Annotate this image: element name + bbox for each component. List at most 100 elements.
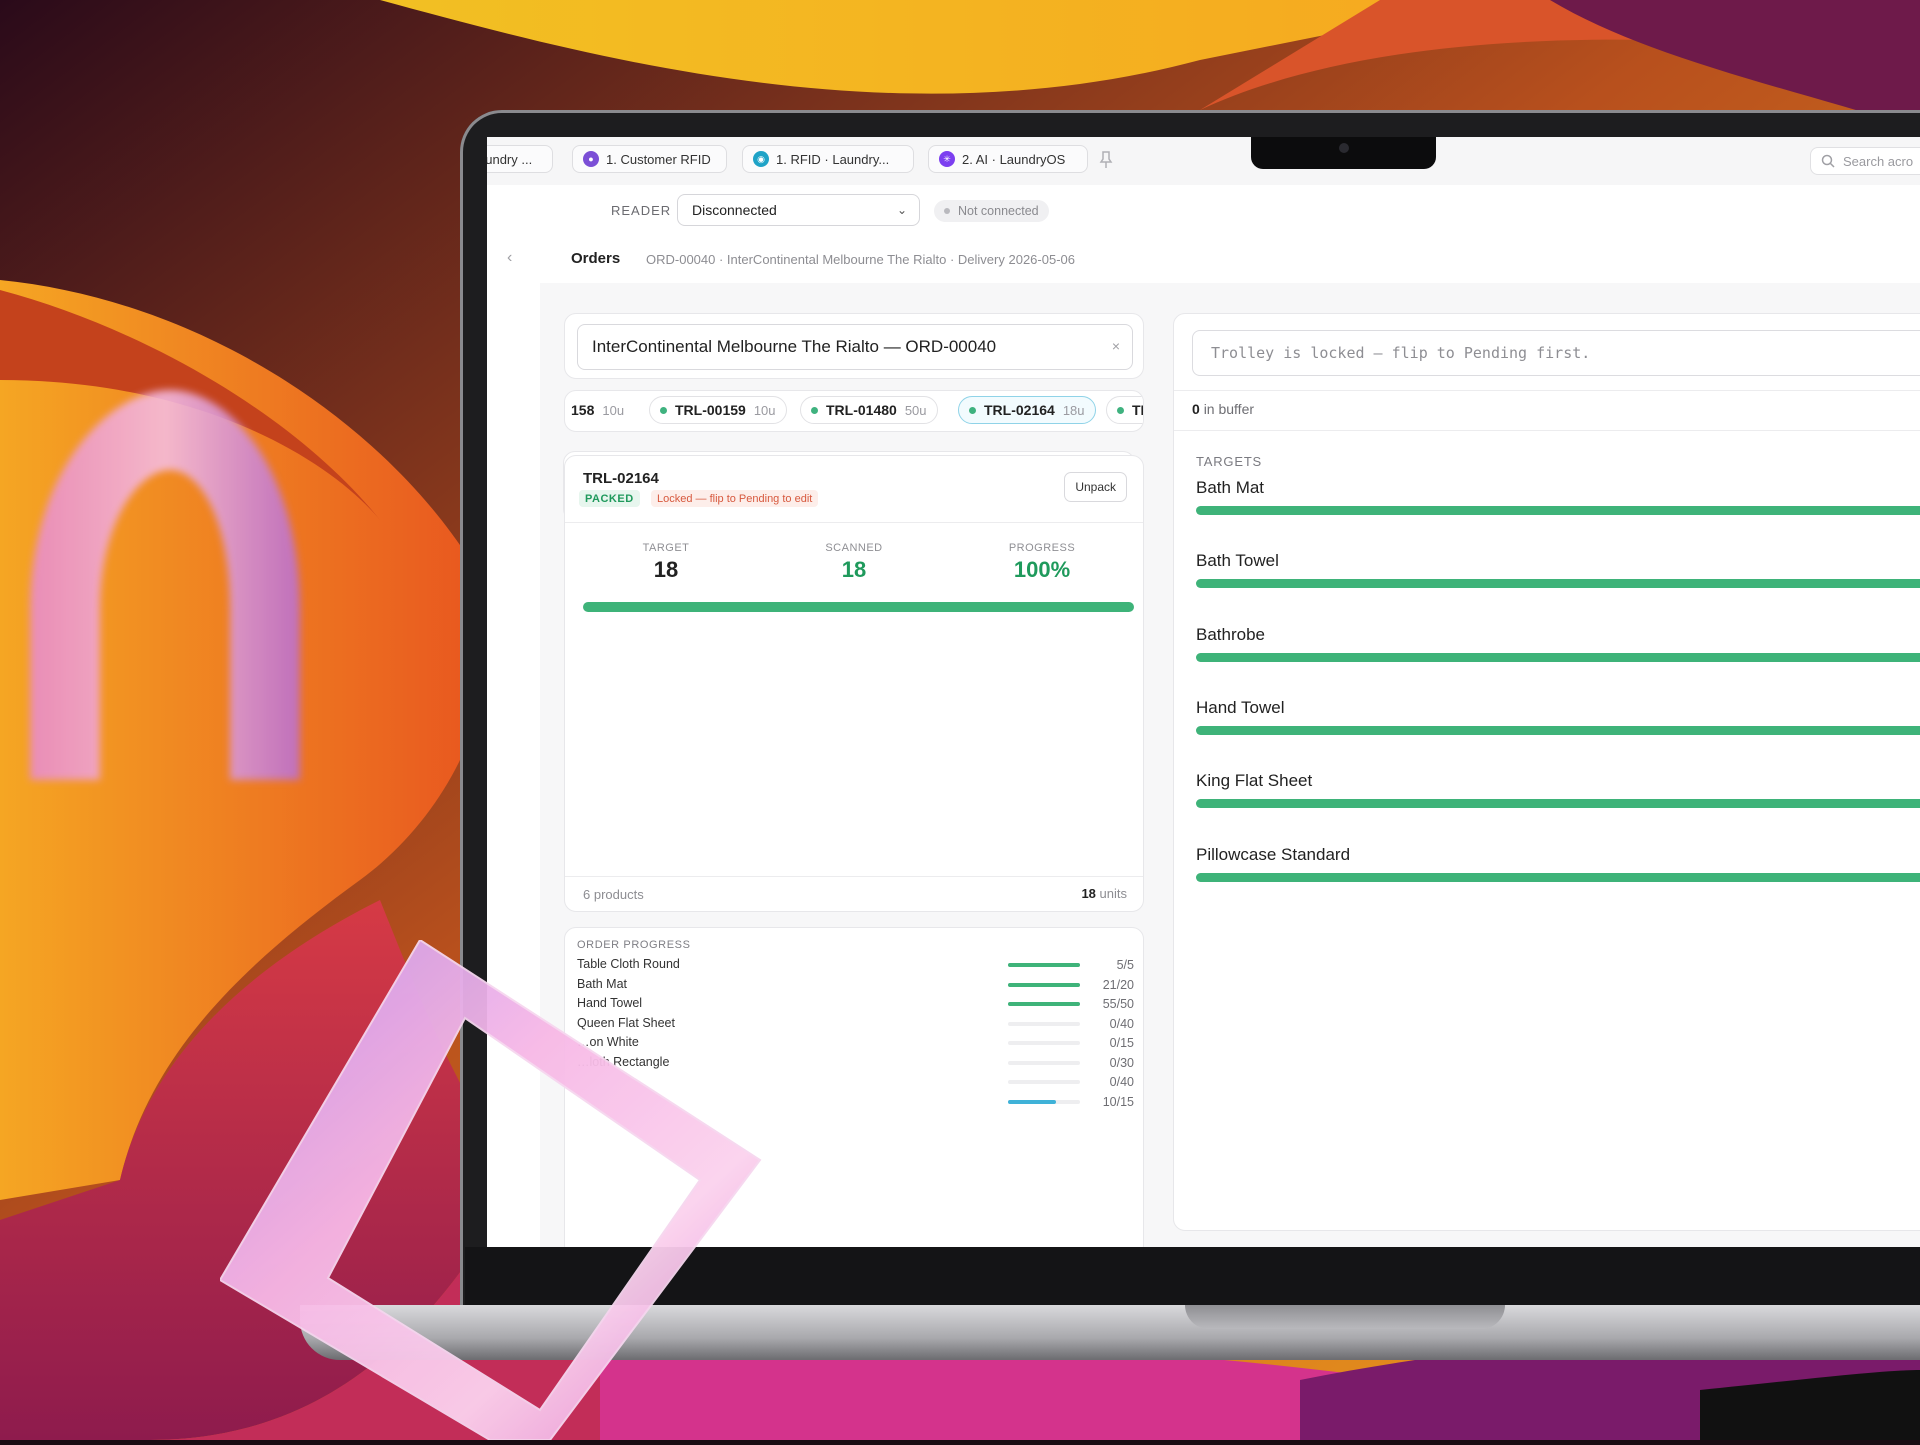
order-progress-item-name: …loth Rectangle (577, 1054, 670, 1069)
targets-label: TARGETS (1196, 454, 1263, 469)
target-progress-bar (1196, 872, 1920, 882)
order-progress-row: 10/15 (577, 1094, 1134, 1112)
breadcrumb-order-detail: ORD-00040 · InterContinental Melbourne T… (646, 252, 1075, 267)
order-progress-count: 0/15 (1109, 1036, 1134, 1050)
camera-icon (1339, 143, 1349, 153)
trolley-pill-id: TRL-02164 (984, 402, 1055, 418)
laptop-base (300, 1305, 1920, 1360)
products-count: 6 products (583, 887, 644, 902)
laptop-base-notch (1185, 1305, 1505, 1329)
trolley-pill-id: TRL-01480 (826, 402, 897, 418)
target-name: Hand Towel (1196, 697, 1285, 717)
browser-tab-bar: aundry ... ● 1. Customer RFID ◉ 1. RFID … (487, 137, 1920, 186)
status-dot-icon (969, 406, 976, 414)
target-row: Bath Mat (1196, 478, 1920, 515)
tab-laundry[interactable]: aundry ... (487, 145, 553, 173)
tab-customer-rfid[interactable]: ● 1. Customer RFID (572, 145, 727, 173)
reader-label: READER (611, 203, 672, 218)
progress-value: 100% (1013, 557, 1071, 582)
target-stat: TARGET 18 (606, 542, 726, 583)
target-progress-bar (1196, 799, 1920, 809)
order-progress-bar (1008, 1002, 1080, 1006)
eye-app-icon: ◉ (753, 151, 769, 167)
order-progress-bar (1008, 963, 1080, 967)
order-progress-item-name: Bath Mat (577, 976, 628, 991)
order-progress-bar (1008, 1080, 1080, 1084)
breadcrumb-orders-link[interactable]: Orders (571, 250, 620, 267)
trolley-pill[interactable]: TF (1106, 396, 1143, 424)
order-progress-bar (1008, 1060, 1080, 1065)
scanner-card: Trolley is locked — flip to Pending firs… (1173, 313, 1920, 1231)
pin-icon[interactable] (1099, 151, 1113, 174)
connection-status-badge: Not connected (934, 200, 1049, 222)
search-input[interactable]: Search acro (1810, 147, 1920, 175)
divider (565, 522, 1143, 523)
target-name: King Flat Sheet (1196, 771, 1313, 791)
trolley-pill[interactable]: 158 10u (565, 396, 635, 424)
order-progress-bar (1008, 1021, 1080, 1026)
trolley-pill[interactable]: TRL-00159 10u (649, 396, 787, 424)
unpack-button[interactable]: Unpack (1064, 472, 1127, 502)
search-icon (1821, 154, 1835, 168)
target-row: Hand Towel (1196, 697, 1920, 735)
target-progress-bar (1196, 652, 1920, 662)
trolley-pill-active[interactable]: TRL-02164 18u (958, 396, 1096, 424)
order-progress-count: 0/40 (1109, 1075, 1134, 1089)
trolley-selector: 158 10u TRL-00159 10u TRL-01480 50u TRL-… (564, 390, 1144, 432)
tab-label: 1. RFID · Laundry... (776, 151, 890, 167)
target-name: Bath Mat (1196, 478, 1265, 497)
order-search-value: InterContinental Melbourne The Rialto — … (592, 337, 997, 356)
collapse-chevron-icon[interactable]: ‹ (507, 249, 512, 267)
locked-badge: Locked — flip to Pending to edit (651, 490, 819, 507)
trolley-pill-id: 158 (571, 402, 595, 418)
trolley-pill-units: 18u (1062, 402, 1085, 418)
reader-select-value: Disconnected (692, 202, 777, 218)
sparkle-app-icon: ✳ (939, 151, 955, 167)
target-row: Pillowcase Standard (1196, 845, 1920, 882)
tab-label: aundry ... (487, 151, 533, 167)
order-progress-bar (1008, 1099, 1080, 1104)
scanned-label: SCANNED (825, 542, 883, 554)
order-progress-row: Queen Flat Sheet 0/40 (577, 1016, 1134, 1034)
clear-icon[interactable]: × (1112, 338, 1120, 354)
order-progress-count: 0/40 (1109, 1016, 1134, 1031)
tab-ai-laundryos[interactable]: ✳ 2. AI · LaundryOS (928, 145, 1088, 173)
laptop-chin (465, 1247, 1920, 1307)
tab-label: 1. Customer RFID (606, 151, 711, 167)
trolley-pill[interactable]: TRL-01480 50u (800, 396, 938, 424)
trolley-pill-units: 10u (753, 402, 776, 418)
target-row: Bath Towel (1196, 551, 1920, 589)
trolley-pill-id: TF (1132, 402, 1143, 418)
purple-app-icon: ● (583, 151, 599, 167)
scanned-value: 18 (841, 557, 867, 582)
order-progress-count: 55/50 (1102, 997, 1134, 1011)
order-progress-item-name: Hand Towel (577, 996, 643, 1010)
buffer-count-value: 0 (1192, 401, 1200, 417)
target-progress-bar (1196, 506, 1920, 515)
reader-select[interactable]: Disconnected ⌄ (677, 194, 920, 226)
target-name: Bathrobe (1196, 624, 1265, 644)
tab-rfid-laundry[interactable]: ◉ 1. RFID · Laundry... (742, 145, 914, 173)
scan-message-field[interactable]: Trolley is locked — flip to Pending firs… (1192, 330, 1920, 376)
order-progress-fill (1008, 963, 1080, 967)
status-badge: PACKED (579, 490, 640, 507)
trolley-id: TRL-02164 (583, 470, 659, 487)
target-name: Bath Towel (1196, 551, 1279, 571)
order-progress-fill (1008, 1099, 1057, 1104)
order-search-input[interactable]: InterContinental Melbourne The Rialto — … (577, 324, 1133, 370)
order-progress-item-name: …on White (577, 1035, 639, 1049)
order-progress-fill (1008, 1002, 1080, 1006)
left-rail: ‹ (487, 185, 541, 1247)
order-progress-count: 5/5 (1116, 958, 1134, 972)
order-progress-item-name: Table Cloth Round (577, 957, 680, 971)
buffer-count-label: in buffer (1203, 401, 1255, 417)
target-value: 18 (653, 557, 679, 582)
units-count: 18 units (1081, 886, 1127, 901)
divider (1174, 390, 1920, 391)
chevron-down-icon: ⌄ (896, 203, 907, 217)
trolley-pill-units: 10u (602, 402, 625, 418)
order-progress-bar (1008, 982, 1080, 987)
target-row: King Flat Sheet (1196, 771, 1920, 809)
order-progress-row: Bath Mat 21/20 (577, 977, 1134, 995)
camera-notch (1251, 137, 1436, 169)
